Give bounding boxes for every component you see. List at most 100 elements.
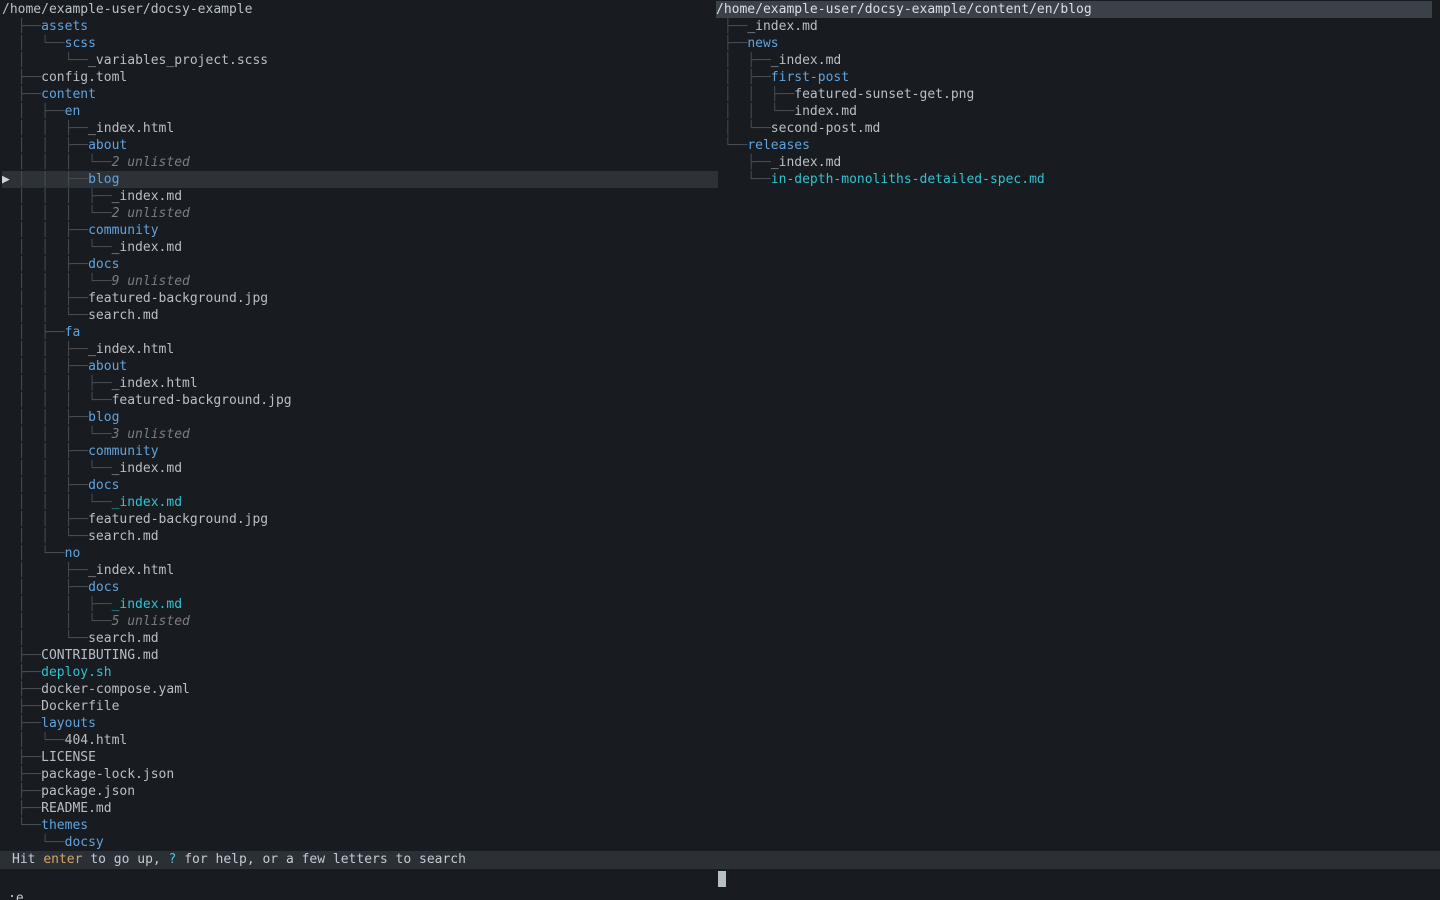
tree-row-file[interactable]: ├──_index.md [716, 154, 1432, 171]
tree-branch-lines: └── [724, 138, 747, 153]
tree-row-file[interactable]: │ │ └──index.md [716, 103, 1432, 120]
row-gutter [2, 461, 18, 476]
row-gutter [716, 19, 724, 34]
tree-row-file[interactable]: │ ├──_index.md [716, 52, 1432, 69]
tree-row-directory[interactable]: │ │ ├──about [2, 358, 718, 375]
tree-row-directory[interactable]: ├──news [716, 35, 1432, 52]
tree-row-file[interactable]: ├──README.md [2, 800, 718, 817]
row-gutter [2, 359, 18, 374]
tree-branch-lines: └── [18, 818, 41, 833]
tree-row-file[interactable]: │ │ ├──featured-background.jpg [2, 511, 718, 528]
tree-row-directory[interactable]: │ └──no [2, 545, 718, 562]
left-panel: /home/example-user/docsy-example ├──asse… [2, 1, 718, 851]
tree-row-file[interactable]: │ │ ├──_index.md [2, 596, 718, 613]
row-gutter [2, 665, 18, 680]
row-gutter [2, 733, 18, 748]
right-panel-root-path[interactable]: /home/example-user/docsy-example/content… [716, 1, 1432, 18]
tree-row-file[interactable]: ├──config.toml [2, 69, 718, 86]
tree-branch-lines: ├── [18, 19, 41, 34]
tree-row-directory[interactable]: └──docsy [2, 834, 718, 851]
tree-row-file[interactable]: │ │ ├──_index.html [2, 341, 718, 358]
tree-branch-lines: │ │ │ └── [18, 393, 112, 408]
tree-row-file[interactable]: └──in-depth-monoliths-detailed-spec.md [716, 171, 1432, 188]
tree-row-file[interactable]: │ └──404.html [2, 732, 718, 749]
row-gutter [2, 138, 18, 153]
entry-name: 2 unlisted [112, 155, 190, 170]
entry-name: layouts [41, 716, 96, 731]
row-gutter [2, 767, 18, 782]
tree-row-directory[interactable]: └──releases [716, 137, 1432, 154]
tree-branch-lines: ├── [18, 87, 41, 102]
tree-row-file[interactable]: │ │ │ ├──_index.html [2, 375, 718, 392]
entry-name: 404.html [65, 733, 128, 748]
tree-row-directory[interactable]: │ │ ├──community [2, 443, 718, 460]
tree-row-directory[interactable]: │ ├──fa [2, 324, 718, 341]
tree-row-directory[interactable]: │ └──scss [2, 35, 718, 52]
tree-row-file[interactable]: │ ├──_index.html [2, 562, 718, 579]
tree-row-file[interactable]: ├──Dockerfile [2, 698, 718, 715]
tree-row-file[interactable]: ├──docker-compose.yaml [2, 681, 718, 698]
tree-row-unlisted-count: │ │ └──5 unlisted [2, 613, 718, 630]
left-panel-root-path[interactable]: /home/example-user/docsy-example [2, 1, 718, 18]
tree-row-file[interactable]: ├──package-lock.json [2, 766, 718, 783]
tree-row-directory[interactable]: ▶ │ │ ├──blog [2, 171, 718, 188]
tree-row-file[interactable]: ├──LICENSE [2, 749, 718, 766]
tree-row-file[interactable]: ├──deploy.sh [2, 664, 718, 681]
entry-name: 5 unlisted [112, 614, 190, 629]
tree-row-file[interactable]: │ │ │ └──featured-background.jpg [2, 392, 718, 409]
tree-row-directory[interactable]: ├──assets [2, 18, 718, 35]
tree-branch-lines: │ ├── [18, 580, 88, 595]
tree-row-file[interactable]: │ │ ├──featured-background.jpg [2, 290, 718, 307]
right-file-tree: ├──_index.md ├──news │ ├──_index.md │ ├─… [716, 18, 1432, 188]
tree-row-directory[interactable]: ├──content [2, 86, 718, 103]
entry-name: docs [88, 257, 119, 272]
row-gutter [716, 155, 724, 170]
entry-name: deploy.sh [41, 665, 111, 680]
tree-row-directory[interactable]: │ ├──docs [2, 579, 718, 596]
tree-row-directory[interactable]: ├──layouts [2, 715, 718, 732]
tree-row-file[interactable]: │ └──_variables_project.scss [2, 52, 718, 69]
tree-row-directory[interactable]: │ │ ├──community [2, 222, 718, 239]
tree-row-file[interactable]: │ │ └──search.md [2, 307, 718, 324]
left-panel-search-input[interactable]: :e [8, 889, 24, 900]
text-cursor-block [718, 871, 726, 887]
tree-row-file[interactable]: │ └──search.md [2, 630, 718, 647]
tree-row-file[interactable]: │ │ └──search.md [2, 528, 718, 545]
entry-name: _index.html [88, 563, 174, 578]
row-gutter [2, 597, 18, 612]
entry-name: blog [88, 172, 119, 187]
row-gutter [2, 784, 18, 799]
tree-row-file[interactable]: ├──package.json [2, 783, 718, 800]
tree-row-file[interactable]: │ │ │ └──_index.md [2, 494, 718, 511]
row-gutter [2, 376, 18, 391]
tree-branch-lines: ├── [724, 36, 747, 51]
tree-row-file[interactable]: │ └──second-post.md [716, 120, 1432, 137]
row-gutter [716, 172, 724, 187]
tree-row-file[interactable]: │ │ │ └──_index.md [2, 239, 718, 256]
tree-row-file[interactable]: ├──CONTRIBUTING.md [2, 647, 718, 664]
tree-row-file[interactable]: ├──_index.md [716, 18, 1432, 35]
selection-arrow-icon: ▶ [2, 172, 18, 187]
tree-row-directory[interactable]: │ │ ├──about [2, 137, 718, 154]
row-gutter [2, 818, 18, 833]
row-gutter [716, 53, 724, 68]
entry-name: about [88, 359, 127, 374]
tree-branch-lines: │ │ ├── [18, 138, 88, 153]
tree-row-directory[interactable]: │ │ ├──docs [2, 477, 718, 494]
tree-row-directory[interactable]: └──themes [2, 817, 718, 834]
tree-row-directory[interactable]: │ ├──first-post [716, 69, 1432, 86]
tree-branch-lines: │ ├── [18, 325, 65, 340]
tree-row-file[interactable]: │ │ │ ├──_index.md [2, 188, 718, 205]
tree-row-directory[interactable]: │ │ ├──docs [2, 256, 718, 273]
tree-row-file[interactable]: │ │ ├──featured-sunset-get.png [716, 86, 1432, 103]
tree-row-file[interactable]: │ │ │ └──_index.md [2, 460, 718, 477]
tree-row-file[interactable]: │ │ ├──_index.html [2, 120, 718, 137]
tree-branch-lines: │ │ │ └── [18, 461, 112, 476]
tree-branch-lines: │ │ └── [18, 308, 88, 323]
row-gutter [2, 308, 18, 323]
tree-row-directory[interactable]: │ │ ├──blog [2, 409, 718, 426]
tree-branch-lines: │ │ ├── [18, 121, 88, 136]
entry-name: about [88, 138, 127, 153]
tree-row-directory[interactable]: │ ├──en [2, 103, 718, 120]
row-gutter [2, 546, 18, 561]
